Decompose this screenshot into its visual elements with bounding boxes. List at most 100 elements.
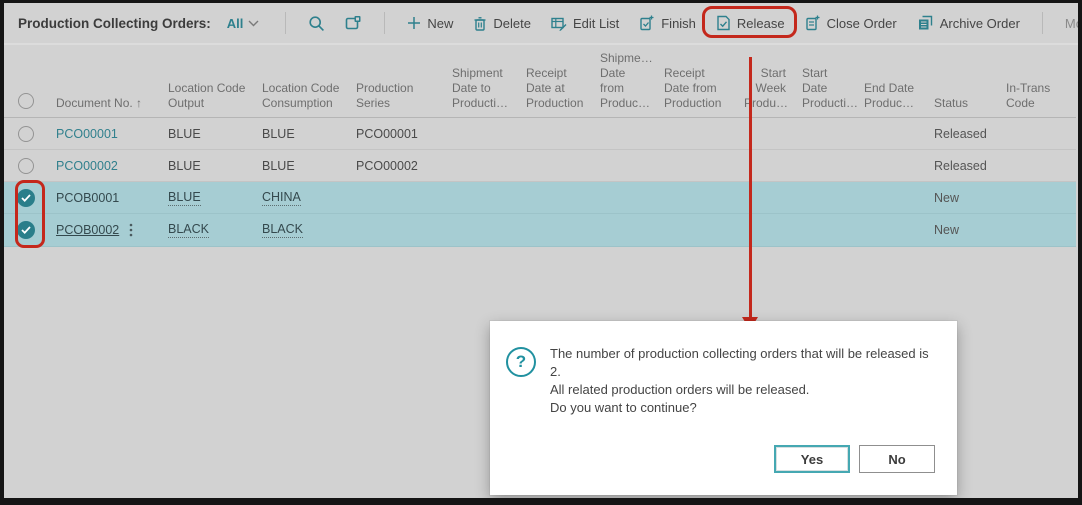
analyze-button[interactable] (345, 15, 362, 32)
close-order-button[interactable]: Close Order (805, 15, 897, 31)
column-header-shipment-date-to[interactable]: Shipment Date to Producti… (444, 66, 518, 117)
column-header-in-transit[interactable]: In-Trans Code (998, 81, 1076, 117)
cell-location-output[interactable]: BLUE (160, 159, 254, 173)
trash-icon (473, 16, 487, 31)
row-select-cell (4, 158, 48, 174)
cell-document-no: PCOB0002 (48, 223, 160, 237)
confirmation-dialog: ? The number of production collecting or… (490, 321, 957, 495)
orders-list: Document No. ↑ Location Code Output Loca… (4, 45, 1076, 247)
analyze-icon (345, 15, 362, 32)
release-button-label: Release (737, 16, 785, 31)
cell-document-no: PCO00002 (48, 159, 160, 173)
row-menu-ellipsis-icon[interactable] (129, 223, 133, 237)
view-filter-dropdown[interactable]: All (227, 14, 260, 32)
row-select-cell (4, 189, 48, 207)
table-row-selected[interactable]: PCOB0002 BLACK BLACK New (4, 214, 1076, 247)
dialog-message-line-2: All related production orders will be re… (550, 381, 935, 399)
cell-document-no: PCO00001 (48, 127, 160, 141)
delete-button-label: Delete (493, 16, 531, 31)
editable-value[interactable]: BLACK (168, 222, 209, 238)
edit-list-icon (551, 16, 567, 31)
check-circle-icon[interactable] (17, 189, 35, 207)
row-select-cell (4, 221, 48, 239)
cell-status: Released (926, 127, 998, 141)
dialog-message-line-1: The number of production collecting orde… (550, 345, 935, 381)
column-header-start-date[interactable]: Start Date Producti… (794, 66, 856, 117)
search-button[interactable] (308, 15, 325, 32)
chevron-down-icon (248, 14, 259, 32)
column-header-status[interactable]: Status (926, 96, 998, 117)
release-icon (716, 15, 731, 31)
status-value: New (934, 223, 959, 237)
row-checkbox[interactable] (18, 158, 34, 174)
archive-order-button[interactable]: Archive Order (917, 15, 1020, 31)
cell-document-no: PCOB0001 (48, 191, 160, 205)
more-options-button[interactable]: More options (1065, 16, 1082, 31)
cell-status: New (926, 223, 998, 237)
cell-production-series[interactable]: PCO00002 (348, 159, 444, 173)
check-circle-icon[interactable] (17, 221, 35, 239)
app-window: Production Collecting Orders: All New (4, 3, 1078, 498)
release-button[interactable]: Release (716, 15, 785, 31)
select-all-cell (4, 93, 48, 117)
edit-list-button[interactable]: Edit List (551, 16, 619, 31)
new-button[interactable]: New (407, 16, 453, 31)
cell-location-consumption: CHINA (254, 190, 348, 206)
screenshot-frame: Production Collecting Orders: All New (0, 0, 1082, 505)
cell-status: New (926, 191, 998, 205)
finish-button-label: Finish (661, 16, 696, 31)
editable-value[interactable]: BLUE (168, 190, 201, 206)
archive-order-button-label: Archive Order (940, 16, 1020, 31)
row-checkbox[interactable] (18, 126, 34, 142)
new-button-label: New (427, 16, 453, 31)
document-link[interactable]: PCO00002 (56, 159, 118, 173)
document-link[interactable]: PCO00001 (56, 127, 118, 141)
select-all-checkbox[interactable] (18, 93, 34, 109)
plus-icon (407, 16, 421, 30)
column-header-receipt-date-at[interactable]: Receipt Date at Production (518, 66, 592, 117)
cell-location-consumption[interactable]: BLUE (254, 159, 348, 173)
table-row-selected[interactable]: PCOB0001 BLUE CHINA New (4, 182, 1076, 214)
column-header-shipment-date-from[interactable]: Shipme… Date from Produc… (592, 51, 656, 117)
dialog-buttons: Yes No (490, 445, 957, 495)
toolbar-divider (1042, 12, 1043, 34)
view-filter-value[interactable]: All (227, 16, 244, 31)
close-order-button-label: Close Order (827, 16, 897, 31)
column-header-production-series[interactable]: Production Series (348, 81, 444, 117)
cell-location-output: BLACK (160, 222, 254, 238)
yes-button[interactable]: Yes (774, 445, 850, 473)
release-button-annotated: Release (716, 15, 785, 31)
document-link[interactable]: PCOB0001 (56, 191, 119, 205)
cell-location-output[interactable]: BLUE (160, 127, 254, 141)
editable-value[interactable]: BLACK (262, 222, 303, 238)
column-header-receipt-date-from[interactable]: Receipt Date from Production (656, 66, 736, 117)
dialog-message-line-3: Do you want to continue? (550, 399, 935, 417)
table-header-row: Document No. ↑ Location Code Output Loca… (4, 45, 1076, 118)
cell-location-output: BLUE (160, 190, 254, 206)
table-row[interactable]: PCO00001 BLUE BLUE PCO00001 Released (4, 118, 1076, 150)
cell-location-consumption: BLACK (254, 222, 348, 238)
status-value: Released (934, 127, 987, 141)
finish-icon (639, 15, 655, 31)
cell-production-series[interactable]: PCO00001 (348, 127, 444, 141)
edit-list-button-label: Edit List (573, 16, 619, 31)
finish-button[interactable]: Finish (639, 15, 696, 31)
status-value: Released (934, 159, 987, 173)
column-header-start-week[interactable]: Start Week Produ… (736, 66, 794, 117)
status-value: New (934, 191, 959, 205)
delete-button[interactable]: Delete (473, 16, 531, 31)
cell-location-consumption[interactable]: BLUE (254, 127, 348, 141)
column-header-document-no[interactable]: Document No. ↑ (48, 96, 160, 117)
no-button[interactable]: No (859, 445, 935, 473)
column-header-end-date[interactable]: End Date Produc… (856, 81, 926, 117)
document-link[interactable]: PCOB0002 (56, 223, 119, 237)
column-header-location-output[interactable]: Location Code Output (160, 81, 254, 117)
question-icon: ? (506, 347, 536, 377)
editable-value[interactable]: CHINA (262, 190, 301, 206)
search-icon (308, 15, 325, 32)
toolbar-divider (384, 12, 385, 34)
dialog-body: ? The number of production collecting or… (490, 321, 957, 417)
toolbar-divider (285, 12, 286, 34)
column-header-location-consumption[interactable]: Location Code Consumption (254, 81, 348, 117)
table-row[interactable]: PCO00002 BLUE BLUE PCO00002 Released (4, 150, 1076, 182)
